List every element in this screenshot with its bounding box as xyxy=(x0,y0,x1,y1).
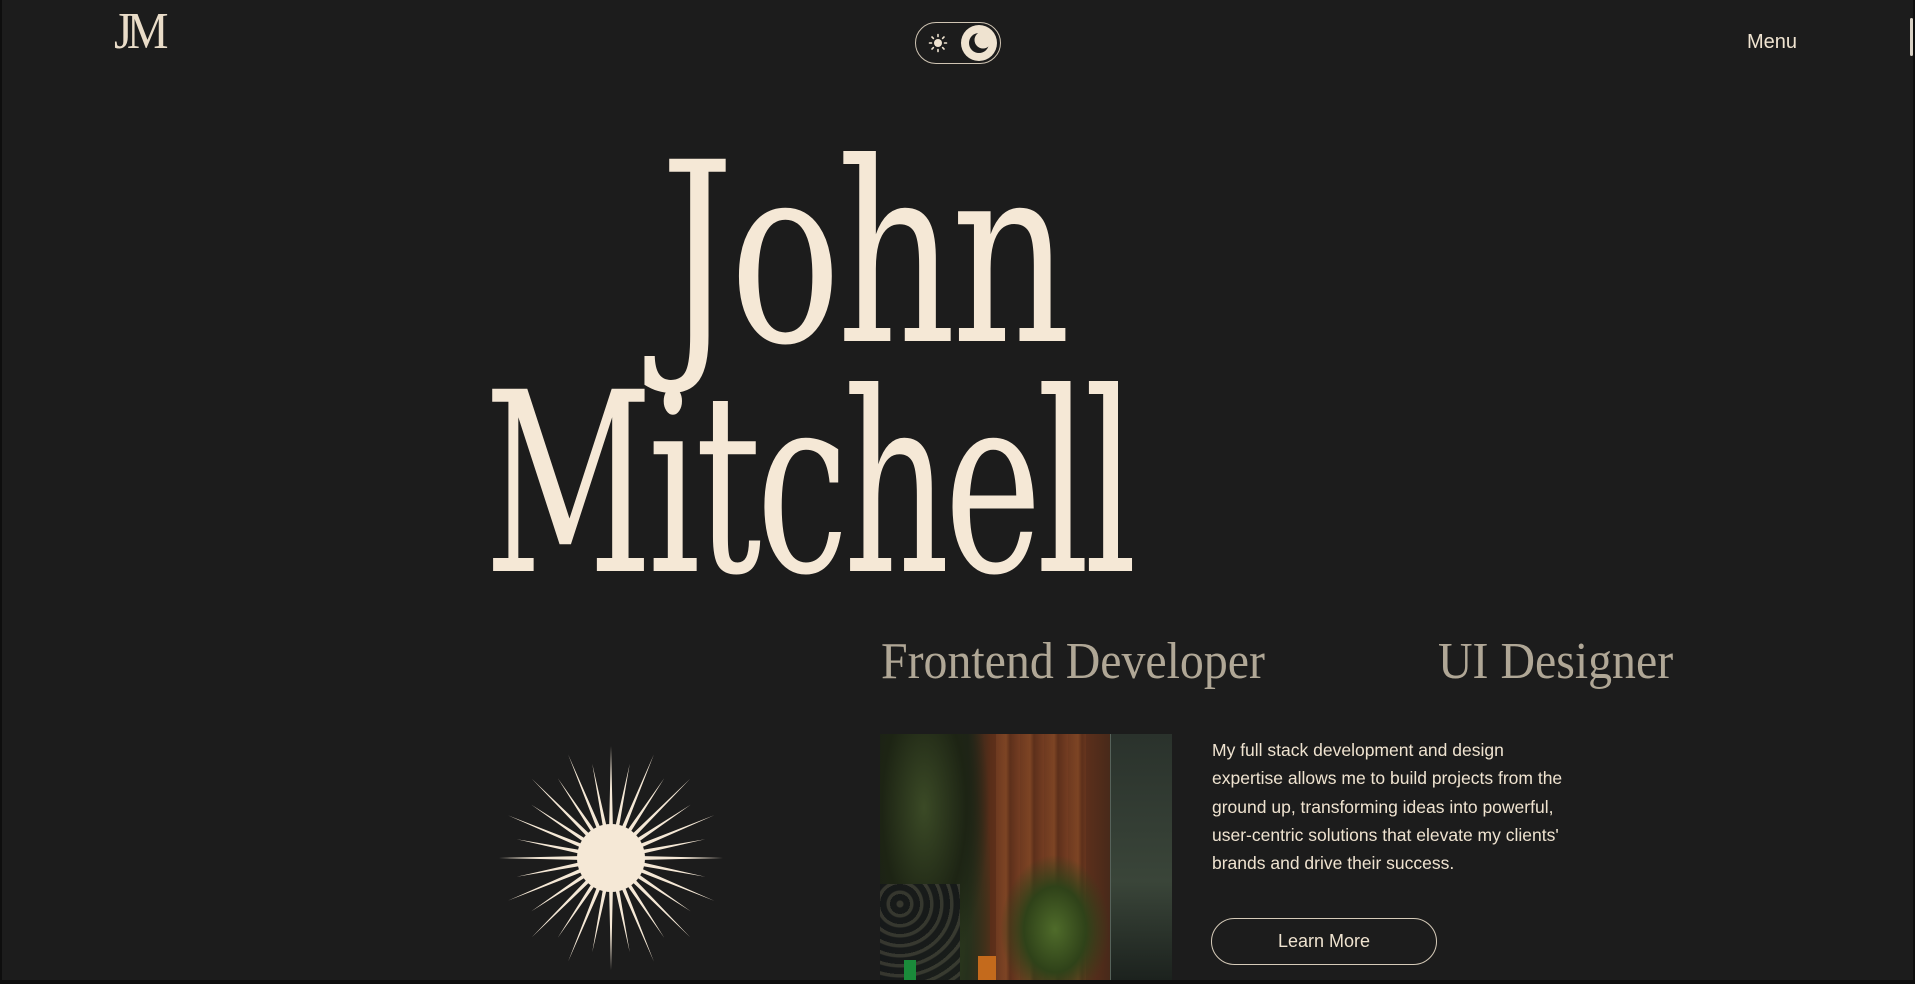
hero-last-name: Mitchell xyxy=(484,339,1137,630)
scrollbar-thumb[interactable] xyxy=(1910,18,1913,56)
role-frontend-developer: Frontend Developer xyxy=(881,633,1265,690)
toggle-knob[interactable] xyxy=(961,25,997,61)
menu-button[interactable]: Menu xyxy=(1747,31,1797,54)
learn-more-button[interactable]: Learn More xyxy=(1211,918,1437,965)
starburst-icon xyxy=(499,746,723,970)
theme-toggle[interactable] xyxy=(915,22,1001,64)
interior-photo xyxy=(880,734,1172,980)
site-logo[interactable]: JM xyxy=(114,6,168,58)
sun-icon xyxy=(928,33,948,53)
role-ui-designer: UI Designer xyxy=(1438,633,1674,690)
bio-text: My full stack development and design exp… xyxy=(1212,740,1563,874)
moon-icon xyxy=(969,31,991,53)
